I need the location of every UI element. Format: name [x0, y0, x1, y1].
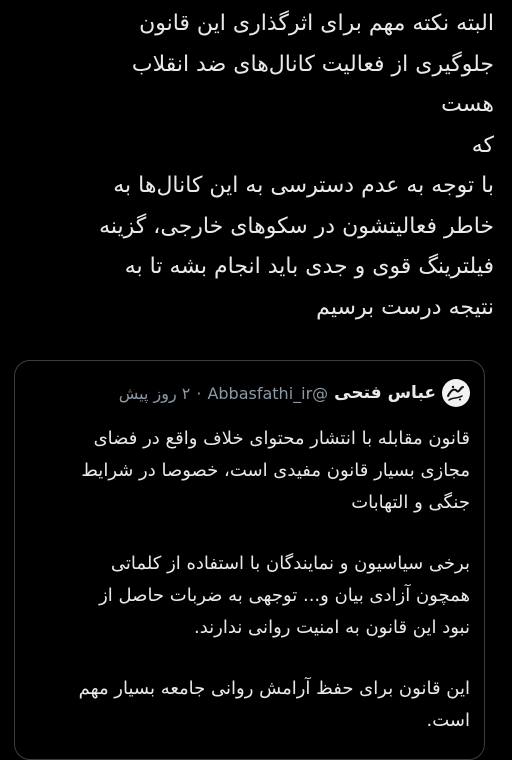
tweet-text: البته نکته مهم برای اثرگذاری این قانون ج…: [14, 4, 494, 328]
quoted-text-line: مجازی بسیار قانون مفیدی است، خصوصا در شر…: [81, 460, 470, 481]
calligraphy-logo-icon-glyph: [447, 385, 464, 401]
quoted-text-line: برخی سیاسیون و نمایندگان با استفاده از ک…: [110, 553, 470, 574]
tweet-text-line: که: [471, 132, 494, 158]
quoted-tweet-header: عباس فتحی @Abbasfathi_ir · ۲ روز پیش: [29, 377, 470, 409]
quoted-text-line: است.: [426, 710, 470, 731]
quoted-text-line: جنگی و التهابات: [351, 492, 470, 513]
tweet-text-line: البته نکته مهم برای اثرگذاری این قانون: [139, 11, 494, 36]
tweet-text-line: با توجه به عدم دسترسی به این کانال‌ها به: [113, 173, 494, 198]
quoted-text-line: قانون مقابله با انتشار محتوای خلاف واقع …: [93, 428, 470, 449]
quoted-text-line: نبود این قانون به امنیت روانی ندارند.: [194, 617, 470, 638]
quoted-text-line: این قانون برای حفظ آرامش روانی جامعه بسی…: [78, 678, 470, 699]
tweet-text-line: نتیجه درست برسیم: [316, 294, 494, 320]
quoted-tweet-text: قانون مقابله با انتشار محتوای خلاف واقع …: [27, 423, 470, 737]
tweet-text-line: جلوگیری از فعالیت کانال‌های ضد انقلاب: [131, 51, 494, 77]
calligraphy-logo-icon[interactable]: [442, 379, 470, 407]
quoted-author-handle[interactable]: @Abbasfathi_ir: [207, 384, 328, 403]
tweet-text-line: هست: [441, 92, 494, 117]
quoted-author-name[interactable]: عباس فتحی: [334, 383, 436, 403]
tweet-text-line: خاطر فعالیتشون در سکوهای خارجی، گزینه: [99, 213, 494, 239]
quoted-tweet-card[interactable]: عباس فتحی @Abbasfathi_ir · ۲ روز پیش قان…: [14, 360, 485, 760]
tweet-text-line: فیلترینگ قوی و جدی باید انجام بشه تا به: [124, 254, 494, 279]
quoted-tweet-time[interactable]: ۲ روز پیش: [119, 384, 191, 403]
quoted-text-line: همچون آزادی بیان و... توجهی به ضربات حاص…: [99, 585, 470, 606]
header-separator: ·: [196, 383, 202, 403]
